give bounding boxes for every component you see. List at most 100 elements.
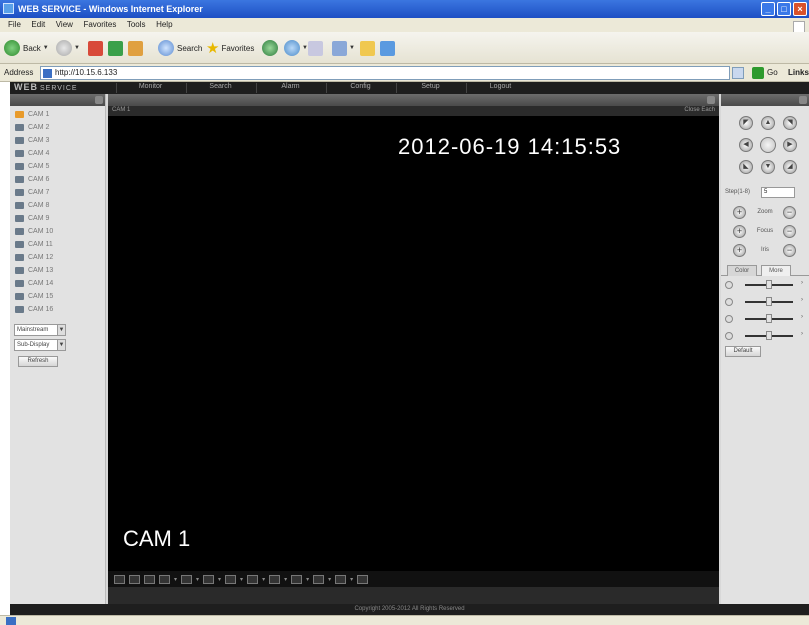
ptz-down-left-button[interactable]: ◣ <box>739 160 753 174</box>
folder-button[interactable] <box>360 40 375 56</box>
ptz-center-button[interactable] <box>760 137 776 153</box>
history-button[interactable]: ▼ <box>284 40 308 56</box>
iris-open-button[interactable]: + <box>733 244 746 257</box>
channel-item[interactable]: CAM 16 <box>10 303 105 316</box>
slider-knob[interactable] <box>766 314 772 323</box>
chevron-down-icon[interactable]: ▾ <box>306 576 309 583</box>
channel-item[interactable]: CAM 3 <box>10 134 105 147</box>
menu-edit[interactable]: Edit <box>31 20 45 29</box>
nav-config[interactable]: Config <box>326 83 394 93</box>
layout-8-icon[interactable] <box>203 574 215 584</box>
mode-select[interactable]: Sub-Display ▼ <box>14 339 66 351</box>
channel-item[interactable]: CAM 8 <box>10 199 105 212</box>
ptz-left-button[interactable]: ◀ <box>739 138 753 152</box>
zoom-out-button[interactable]: − <box>783 206 796 219</box>
menu-tools[interactable]: Tools <box>127 20 146 29</box>
nav-alarm[interactable]: Alarm <box>256 83 324 93</box>
channel-item[interactable]: CAM 2 <box>10 121 105 134</box>
messenger-button[interactable] <box>380 40 395 56</box>
address-input[interactable]: http://10.15.6.133 <box>40 66 730 80</box>
channel-item[interactable]: CAM 14 <box>10 277 105 290</box>
layout-1-icon[interactable] <box>114 574 125 584</box>
chevron-down-icon[interactable]: ▾ <box>350 576 353 583</box>
brightness-slider[interactable]: › <box>725 279 805 291</box>
address-dropdown-button[interactable] <box>732 67 744 79</box>
step-select[interactable]: 5 <box>761 187 795 198</box>
video-window[interactable]: 2012-06-19 14:15:53 CAM 1 <box>108 116 719 571</box>
nav-setup[interactable]: Setup <box>396 83 464 93</box>
settings-icon[interactable] <box>357 574 369 584</box>
tab-color[interactable]: Color <box>727 265 757 276</box>
slider-knob[interactable] <box>766 297 772 306</box>
nav-search[interactable]: Search <box>186 83 254 93</box>
chevron-down-icon[interactable]: ▾ <box>328 576 331 583</box>
chevron-down-icon[interactable]: ▾ <box>218 576 221 583</box>
nav-monitor[interactable]: Monitor <box>116 83 184 93</box>
channel-item[interactable]: CAM 7 <box>10 186 105 199</box>
channel-item[interactable]: CAM 11 <box>10 238 105 251</box>
chevron-down-icon[interactable]: ▾ <box>240 576 243 583</box>
menu-favorites[interactable]: Favorites <box>83 20 116 29</box>
menu-help[interactable]: Help <box>156 20 172 29</box>
slider-knob[interactable] <box>766 331 772 340</box>
menu-file[interactable]: File <box>8 20 21 29</box>
ptz-right-button[interactable]: ▶ <box>783 138 797 152</box>
record-icon[interactable] <box>247 574 259 584</box>
media-button[interactable] <box>262 40 278 56</box>
ptz-up-button[interactable]: ▲ <box>761 116 775 130</box>
channel-item[interactable]: CAM 15 <box>10 290 105 303</box>
layout-6-icon[interactable] <box>181 574 193 584</box>
zoom-in-button[interactable]: + <box>733 206 746 219</box>
stream-select[interactable]: Mainstream ▼ <box>14 324 66 336</box>
mail-button[interactable] <box>308 40 323 56</box>
links-button[interactable]: Links <box>788 68 809 77</box>
snapshot-icon[interactable] <box>269 574 281 584</box>
favorites-button[interactable]: ★ Favorites <box>206 40 254 57</box>
channel-item[interactable]: CAM 10 <box>10 225 105 238</box>
go-arrow-icon[interactable] <box>752 67 764 79</box>
audio-icon[interactable] <box>291 574 303 584</box>
home-button[interactable] <box>128 40 143 56</box>
focus-near-button[interactable]: + <box>733 225 746 238</box>
chevron-down-icon[interactable]: ▾ <box>284 576 287 583</box>
go-button[interactable]: Go <box>767 68 778 77</box>
slider-knob[interactable] <box>766 280 772 289</box>
chevron-down-icon[interactable]: ▾ <box>262 576 265 583</box>
layout-4-icon[interactable] <box>129 574 140 584</box>
tab-more[interactable]: More <box>761 265 791 276</box>
print-button[interactable]: ▼ <box>332 40 355 56</box>
refresh-button[interactable]: Refresh <box>18 356 58 367</box>
forward-button[interactable]: ▼ <box>56 40 80 56</box>
minimize-button[interactable]: _ <box>761 2 775 16</box>
menu-view[interactable]: View <box>56 20 73 29</box>
back-button[interactable]: Back ▼ <box>4 40 49 56</box>
collapse-icon[interactable] <box>707 96 715 104</box>
maximize-button[interactable]: □ <box>777 2 791 16</box>
ptz-up-right-button[interactable]: ◥ <box>783 116 797 130</box>
layout-16-icon[interactable] <box>159 574 170 584</box>
channel-item[interactable]: CAM 12 <box>10 251 105 264</box>
stop-button[interactable] <box>88 40 103 56</box>
refresh-page-button[interactable] <box>108 40 123 56</box>
channel-item[interactable]: CAM 1 <box>10 108 105 121</box>
ptz-down-button[interactable]: ▼ <box>761 160 775 174</box>
zoom-icon[interactable] <box>335 574 347 584</box>
ptz-down-right-button[interactable]: ◢ <box>783 160 797 174</box>
ptz-up-left-button[interactable]: ◤ <box>739 116 753 130</box>
hue-slider[interactable]: › <box>725 330 805 342</box>
channel-item[interactable]: CAM 9 <box>10 212 105 225</box>
collapse-icon[interactable] <box>95 96 103 104</box>
channel-item[interactable]: CAM 6 <box>10 173 105 186</box>
iris-close-button[interactable]: − <box>783 244 796 257</box>
contrast-slider[interactable]: › <box>725 296 805 308</box>
fullscreen-icon[interactable] <box>225 574 237 584</box>
nav-logout[interactable]: Logout <box>466 83 534 93</box>
chevron-down-icon[interactable]: ▾ <box>196 576 199 583</box>
search-button[interactable]: Search <box>158 40 202 56</box>
channel-item[interactable]: CAM 13 <box>10 264 105 277</box>
channel-item[interactable]: CAM 5 <box>10 160 105 173</box>
talk-icon[interactable] <box>313 574 325 584</box>
channel-item[interactable]: CAM 4 <box>10 147 105 160</box>
focus-far-button[interactable]: − <box>783 225 796 238</box>
saturation-slider[interactable]: › <box>725 313 805 325</box>
